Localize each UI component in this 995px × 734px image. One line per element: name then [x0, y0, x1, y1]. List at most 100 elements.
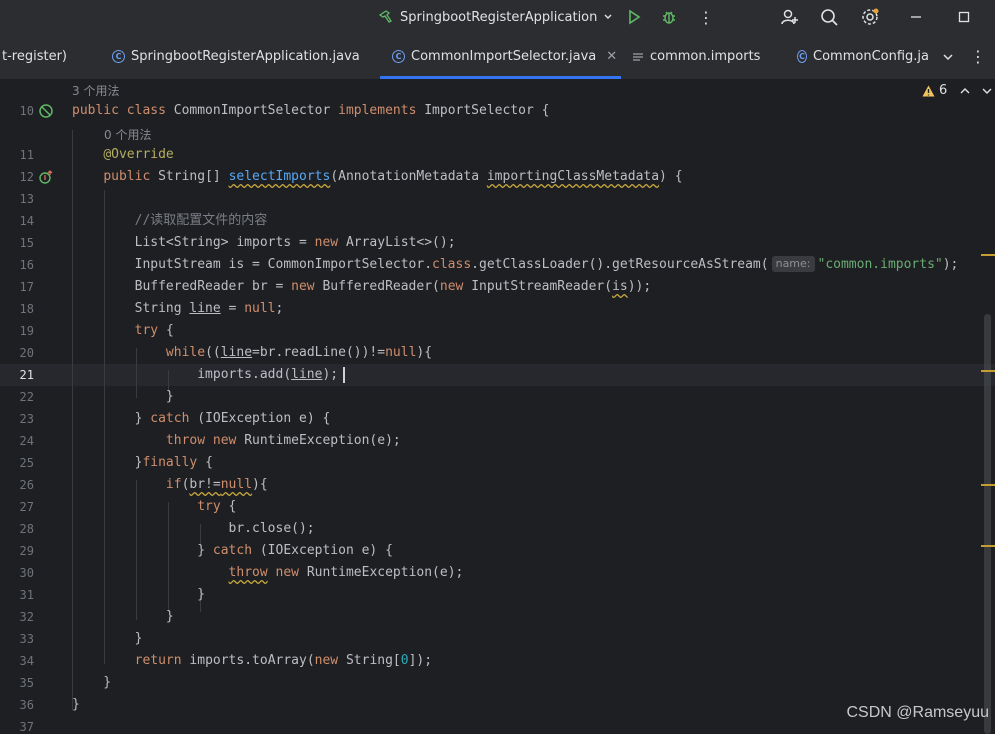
- line-number: 24: [19, 434, 34, 448]
- line-number: 37: [19, 720, 34, 734]
- class-icon: C: [112, 50, 125, 63]
- line-number: 27: [19, 500, 34, 514]
- implements-interface-icon[interactable]: [38, 103, 54, 119]
- run-configuration-selector[interactable]: SpringbootRegisterApplication: [378, 0, 613, 34]
- code-with-me-button[interactable]: [780, 0, 800, 34]
- search-button[interactable]: [820, 0, 839, 34]
- tab-label: common.imports: [650, 49, 761, 64]
- line-number: 26: [19, 478, 34, 492]
- line-number: 17: [19, 280, 34, 294]
- tabs-more-button[interactable]: ⋮: [970, 34, 986, 79]
- tab-springboot-register-application[interactable]: C SpringbootRegisterApplication.java: [112, 34, 360, 79]
- settings-icon: [862, 8, 879, 25]
- inspection-widget[interactable]: 6: [922, 83, 993, 98]
- chevron-down-icon: [604, 14, 612, 19]
- minimize-icon: [911, 16, 921, 18]
- code-line: while((line=br.readLine())!=null){: [165, 345, 433, 360]
- tab-common-import-selector[interactable]: C CommonImportSelector.java ✕: [380, 34, 622, 79]
- warning-marker[interactable]: [981, 545, 995, 547]
- code-line: br.close();: [72, 521, 315, 536]
- code-line: return imports.toArray(new String[0]);: [134, 653, 433, 668]
- code-editor[interactable]: 6 3 个用法 0 个用法 10 11 12 13 14 15 16 17 18…: [0, 80, 995, 734]
- code-line: }: [72, 697, 80, 712]
- line-number: 29: [19, 544, 34, 558]
- code-line: }: [72, 631, 143, 646]
- title-bar: SpringbootRegisterApplication ⋮: [0, 0, 995, 34]
- code-line: }: [72, 609, 174, 624]
- code-line: try {: [197, 499, 237, 514]
- code-line: public class CommonImportSelector implem…: [72, 103, 550, 118]
- code-line: }: [72, 389, 174, 404]
- close-icon[interactable]: ✕: [606, 49, 617, 64]
- line-number: 31: [19, 588, 34, 602]
- code-line-current: imports.add(line);: [72, 367, 339, 382]
- warning-marker[interactable]: [981, 484, 995, 486]
- code-line: List<String> imports = new ArrayList<>()…: [72, 235, 456, 250]
- code-line: @Override: [103, 147, 174, 162]
- class-icon: C: [797, 50, 808, 63]
- line-number: 13: [19, 192, 34, 206]
- code-line: throw new RuntimeException(e);: [165, 433, 401, 448]
- code-line: }: [72, 587, 206, 602]
- warning-marker[interactable]: [981, 370, 995, 372]
- maximize-icon: [958, 11, 970, 23]
- chevron-up-icon[interactable]: [959, 85, 971, 97]
- vertical-scrollbar[interactable]: [984, 314, 991, 734]
- warning-marker[interactable]: [981, 254, 995, 256]
- more-vert-icon: ⋮: [970, 47, 986, 66]
- line-number: 32: [19, 610, 34, 624]
- minimize-button[interactable]: [910, 0, 922, 34]
- line-number: 34: [19, 654, 34, 668]
- watermark: CSDN @Ramseyuu: [846, 704, 990, 721]
- tab-label: CommonConfig.ja: [813, 49, 929, 64]
- line-number: 15: [19, 236, 34, 250]
- line-number: 23: [19, 412, 34, 426]
- text-file-icon: [633, 52, 643, 61]
- maximize-button[interactable]: [958, 0, 970, 34]
- tab-common-config[interactable]: C CommonConfig.ja: [797, 34, 929, 79]
- chevron-down-icon[interactable]: [981, 85, 993, 97]
- tabs-dropdown-button[interactable]: [942, 34, 954, 79]
- line-number: 14: [19, 214, 34, 228]
- code-line: public String[] selectImports(Annotation…: [103, 169, 683, 184]
- usages-hint[interactable]: 3 个用法: [72, 82, 119, 99]
- tab-label: SpringbootRegisterApplication.java: [131, 49, 360, 64]
- line-number: 19: [19, 324, 34, 338]
- code-line: String line = null;: [72, 301, 284, 316]
- warning-icon: [922, 85, 935, 96]
- run-config-label: SpringbootRegisterApplication: [400, 9, 598, 25]
- line-number: 28: [19, 522, 34, 536]
- line-number: 36: [19, 698, 34, 712]
- debug-button[interactable]: [660, 0, 678, 34]
- line-number: 16: [19, 258, 34, 272]
- parameter-hint: name:: [771, 256, 815, 272]
- code-line: InputStream is = CommonImportSelector.cl…: [72, 256, 959, 272]
- line-number: 12: [19, 170, 34, 184]
- warning-count: 6: [939, 83, 948, 98]
- add-user-icon: [781, 9, 798, 25]
- tab-previous-project[interactable]: t-register): [2, 34, 67, 79]
- usages-hint[interactable]: 0 个用法: [104, 126, 151, 143]
- code-string: "common.imports": [817, 257, 943, 272]
- line-number: 35: [19, 676, 34, 690]
- more-actions-button[interactable]: ⋮: [698, 0, 714, 34]
- hammer-icon: [378, 10, 392, 23]
- line-number: 22: [19, 390, 34, 404]
- line-number: 30: [19, 566, 34, 580]
- line-number-current: 21: [19, 368, 34, 382]
- run-icon: [629, 9, 641, 25]
- settings-button[interactable]: [860, 0, 880, 34]
- code-line: BufferedReader br = new BufferedReader(n…: [72, 279, 652, 294]
- text-caret: [343, 367, 345, 383]
- override-method-icon[interactable]: [38, 169, 54, 185]
- run-button[interactable]: [626, 0, 642, 34]
- debug-icon: [663, 11, 675, 24]
- code-line: //读取配置文件的内容: [72, 210, 268, 232]
- line-number: 10: [19, 104, 34, 118]
- tab-common-imports[interactable]: common.imports: [632, 34, 760, 79]
- search-icon: [821, 8, 838, 26]
- line-number: 20: [19, 346, 34, 360]
- chevron-down-icon: [943, 53, 953, 60]
- code-line: } catch (IOException e) {: [72, 543, 393, 558]
- more-vert-icon: ⋮: [698, 7, 714, 27]
